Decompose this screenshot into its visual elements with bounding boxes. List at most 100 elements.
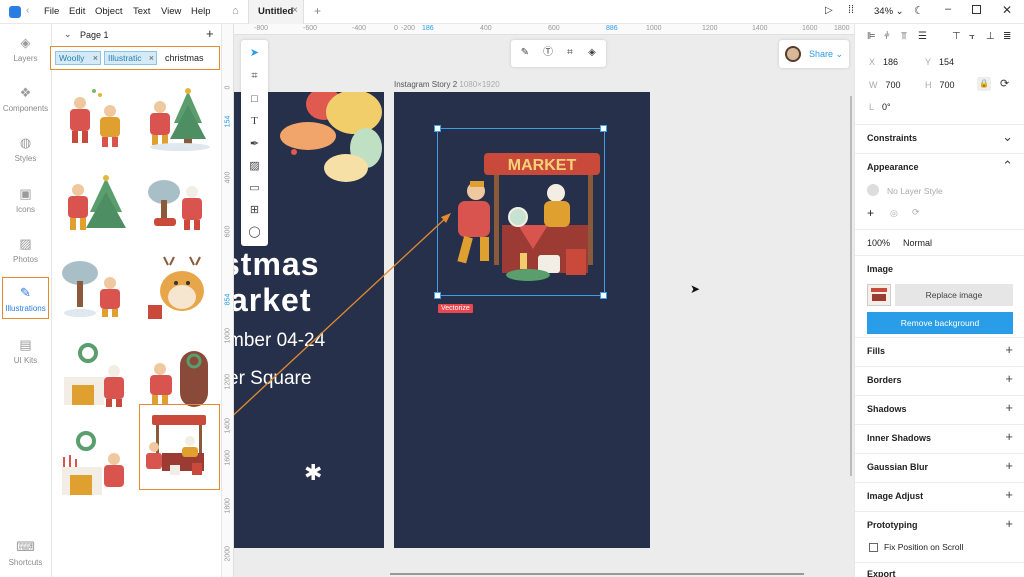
filter-chip-illustration[interactable]: Illustratic ×	[104, 51, 157, 65]
add-blur-icon[interactable]: +	[1005, 458, 1013, 473]
page-chevron-icon[interactable]: ⌄	[64, 29, 72, 40]
blend-mode-select[interactable]: Normal	[903, 238, 932, 248]
rectangle-tool-icon[interactable]: □	[245, 90, 264, 109]
grid-tool-icon[interactable]: ⊞	[245, 201, 264, 220]
play-icon[interactable]: ▷	[825, 5, 833, 16]
rotation-field[interactable]: L 0°	[869, 102, 891, 112]
illustration-thumb[interactable]	[58, 251, 132, 325]
resize-handle-tl[interactable]	[434, 125, 441, 132]
restore-icon[interactable]	[972, 5, 981, 14]
refresh-style-icon[interactable]: ⟳	[912, 207, 920, 218]
minimize-icon[interactable]: –	[945, 3, 951, 15]
illustration-thumb[interactable]	[58, 166, 132, 240]
menu-object[interactable]: Object	[95, 6, 122, 17]
align-middle-icon[interactable]: ⫟	[969, 31, 975, 42]
fills-section[interactable]: Fills +	[855, 337, 1024, 366]
add-border-icon[interactable]: +	[1005, 371, 1013, 386]
align-left-icon[interactable]: ⊫	[867, 31, 876, 42]
image-tool-icon[interactable]: ▨	[245, 157, 264, 176]
nav-icons[interactable]: ▣ Icons	[2, 179, 49, 221]
align-center-icon[interactable]: ⫩	[884, 31, 890, 42]
add-prototype-icon[interactable]: +	[1005, 516, 1013, 531]
resize-handle-bl[interactable]	[434, 292, 441, 299]
menu-view[interactable]: View	[161, 6, 181, 17]
illustration-thumb[interactable]	[140, 251, 214, 325]
new-tab-plus-icon[interactable]: +	[314, 4, 321, 18]
align-right-icon[interactable]: ⫪	[901, 31, 907, 42]
chip-remove-icon[interactable]: ×	[146, 52, 154, 64]
add-shadow-icon[interactable]: +	[1005, 400, 1013, 415]
share-button[interactable]: Share ⌄	[809, 49, 843, 60]
nav-shortcuts[interactable]: ⌨ Shortcuts	[2, 532, 49, 574]
illustration-thumb[interactable]	[58, 339, 132, 413]
nav-illustrations[interactable]: ✎ Illustrations	[2, 277, 49, 319]
comment-tool-icon[interactable]: ◯	[245, 223, 264, 242]
search-input[interactable]: christmas	[165, 53, 204, 63]
zoom-level[interactable]: 34% ⌄	[874, 6, 904, 17]
shadows-section[interactable]: Shadows +	[855, 395, 1024, 424]
export-section[interactable]: Export	[855, 562, 1024, 577]
move-tool-icon[interactable]: ➤	[245, 44, 264, 63]
app-logo[interactable]	[9, 6, 21, 18]
nav-styles[interactable]: ◍ Styles	[2, 128, 49, 170]
resize-handle-tr[interactable]	[600, 125, 607, 132]
theme-moon-icon[interactable]: ☾	[914, 4, 924, 17]
nav-ui-kits[interactable]: ▤ UI Kits	[2, 330, 49, 372]
menu-edit[interactable]: Edit	[69, 6, 85, 17]
add-page-icon[interactable]: +	[206, 26, 214, 41]
height-field[interactable]: H 700	[925, 80, 955, 90]
chip-remove-icon[interactable]: ×	[93, 52, 98, 64]
edit-pencil-icon[interactable]: ✎	[516, 44, 534, 62]
replace-image-button[interactable]: Replace image	[895, 284, 1013, 306]
illustration-thumb-selected[interactable]	[139, 404, 220, 490]
illustration-thumb[interactable]	[140, 166, 214, 240]
add-fill-icon[interactable]: +	[1005, 342, 1013, 357]
add-adjust-icon[interactable]: +	[1005, 487, 1013, 502]
distribute-icon[interactable]: ☰	[918, 31, 927, 42]
chevron-up-icon[interactable]: ⌃	[1002, 158, 1013, 174]
fix-position-checkbox[interactable]	[869, 543, 878, 552]
nav-photos[interactable]: ▨ Photos	[2, 229, 49, 271]
back-chevron-icon[interactable]: ‹	[26, 5, 29, 16]
menu-file[interactable]: File	[44, 6, 59, 17]
align-bottom-icon[interactable]: ⊥	[986, 31, 995, 42]
artboard-label[interactable]: Instagram Story 2 1080×1920	[394, 80, 500, 89]
prototyping-section[interactable]: Prototyping + Fix Position on Scroll	[855, 511, 1024, 561]
crop-icon[interactable]: ⌗	[561, 44, 579, 62]
remove-background-button[interactable]: Remove background	[867, 312, 1013, 334]
rotate-icon[interactable]: ⟳	[1000, 77, 1009, 90]
lock-ratio-icon[interactable]: 🔒	[977, 77, 991, 91]
add-inner-shadow-icon[interactable]: +	[1005, 429, 1013, 444]
illustration-thumb[interactable]	[140, 339, 214, 413]
distribute-vertical-icon[interactable]: ≣	[1003, 31, 1011, 42]
page-title[interactable]: Page 1	[80, 30, 109, 40]
nav-layers[interactable]: ◈ Layers	[2, 28, 49, 70]
nav-components[interactable]: ❖ Components	[2, 78, 49, 120]
selected-illustration[interactable]: MARKET	[437, 128, 605, 296]
document-tab[interactable]: Untitled ×	[248, 0, 304, 24]
tab-close-icon[interactable]: ×	[292, 5, 298, 16]
opacity-value[interactable]: 100%	[867, 238, 890, 248]
home-icon[interactable]: ⌂	[232, 5, 239, 17]
pen-tool-icon[interactable]: ✒	[245, 135, 264, 154]
align-top-icon[interactable]: ⊤	[952, 31, 961, 42]
add-style-icon[interactable]: +	[867, 206, 874, 220]
resize-handle-br[interactable]	[600, 292, 607, 299]
illustration-thumb[interactable]	[140, 81, 214, 155]
horizontal-scrollbar[interactable]	[390, 573, 804, 575]
component-tool-icon[interactable]: ▭	[245, 179, 264, 198]
gaussian-blur-section[interactable]: Gaussian Blur +	[855, 453, 1024, 482]
text-tool-icon[interactable]: T	[245, 112, 264, 131]
menu-text[interactable]: Text	[133, 6, 150, 17]
inner-shadows-section[interactable]: Inner Shadows +	[855, 424, 1024, 453]
menu-help[interactable]: Help	[191, 6, 211, 17]
image-thumbnail[interactable]	[867, 284, 891, 306]
filter-chip-woolly[interactable]: Woolly ×	[55, 51, 101, 65]
constraints-section[interactable]: Constraints ⌄	[855, 124, 1024, 153]
check-style-icon[interactable]: ◎	[890, 208, 898, 219]
component-icon[interactable]: ◈	[583, 44, 601, 62]
illustration-thumb[interactable]	[58, 427, 132, 501]
y-field[interactable]: Y 154	[925, 57, 954, 67]
text-box-icon[interactable]: Ⓣ	[539, 44, 557, 62]
illustration-thumb[interactable]	[58, 81, 132, 155]
